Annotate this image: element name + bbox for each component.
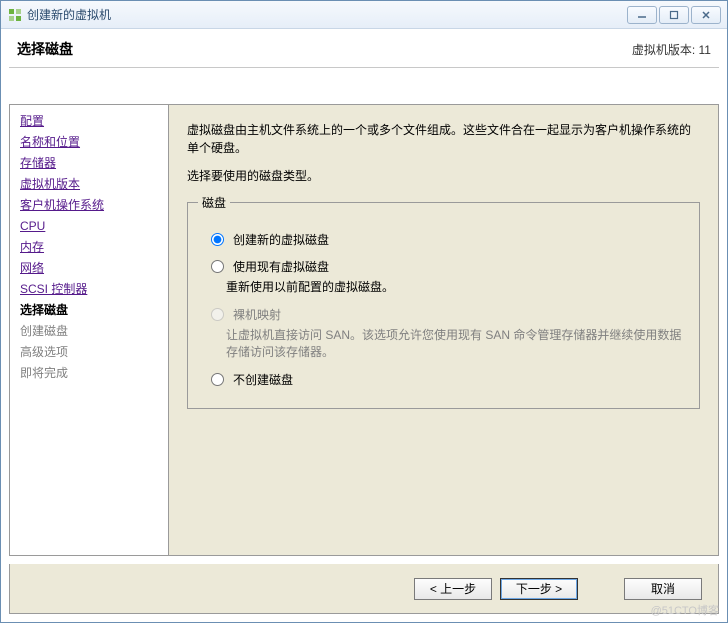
wizard-main-panel: 虚拟磁盘由主机文件系统上的一个或多个文件组成。这些文件合在一起显示为客户机操作系… xyxy=(169,104,719,556)
window-title: 创建新的虚拟机 xyxy=(27,6,111,23)
disk-options-group: 磁盘 创建新的虚拟磁盘 使用现有虚拟磁盘 重新使用以前配置的虚拟磁盘。 裸机映射… xyxy=(187,194,700,409)
page-instruction: 选择要使用的磁盘类型。 xyxy=(187,167,700,184)
next-button[interactable]: 下一步 > xyxy=(500,578,578,600)
wizard-steps-sidebar: 配置 名称和位置 存储器 虚拟机版本 客户机操作系统 CPU 内存 网络 SCS… xyxy=(9,104,169,556)
vm-version-label: 虚拟机版本: 11 xyxy=(632,41,711,58)
maximize-button[interactable] xyxy=(659,6,689,24)
radio-row-no-disk[interactable]: 不创建磁盘 xyxy=(206,371,689,388)
radio-new-disk[interactable] xyxy=(211,233,224,246)
page-description: 虚拟磁盘由主机文件系统上的一个或多个文件组成。这些文件合在一起显示为客户机操作系… xyxy=(187,121,700,157)
sidebar-item-select-disk: 选择磁盘 xyxy=(14,300,164,321)
radio-row-existing-disk[interactable]: 使用现有虚拟磁盘 xyxy=(206,258,689,275)
radio-label-new-disk: 创建新的虚拟磁盘 xyxy=(233,231,329,248)
wizard-header: 选择磁盘 虚拟机版本: 11 xyxy=(1,29,727,67)
sidebar-item-config[interactable]: 配置 xyxy=(14,111,164,132)
radio-raw-mapping xyxy=(211,308,224,321)
radio-row-new-disk[interactable]: 创建新的虚拟磁盘 xyxy=(206,231,689,248)
radio-label-no-disk: 不创建磁盘 xyxy=(233,371,293,388)
page-title: 选择磁盘 xyxy=(17,39,73,59)
sidebar-item-ready: 即将完成 xyxy=(14,363,164,384)
sidebar-item-storage[interactable]: 存储器 xyxy=(14,153,164,174)
wizard-footer: < 上一步 下一步 > 取消 xyxy=(9,564,719,614)
sidebar-item-name-location[interactable]: 名称和位置 xyxy=(14,132,164,153)
radio-existing-disk[interactable] xyxy=(211,260,224,273)
radio-desc-existing-disk: 重新使用以前配置的虚拟磁盘。 xyxy=(226,279,689,296)
radio-no-disk[interactable] xyxy=(211,373,224,386)
sidebar-item-create-disk: 创建磁盘 xyxy=(14,321,164,342)
window-controls xyxy=(627,6,721,24)
sidebar-item-network[interactable]: 网络 xyxy=(14,258,164,279)
radio-desc-raw-mapping: 让虚拟机直接访问 SAN。该选项允许您使用现有 SAN 命令管理存储器并继续使用… xyxy=(226,327,689,361)
sidebar-item-advanced: 高级选项 xyxy=(14,342,164,363)
radio-label-existing-disk: 使用现有虚拟磁盘 xyxy=(233,258,329,275)
close-button[interactable] xyxy=(691,6,721,24)
content-area: 配置 名称和位置 存储器 虚拟机版本 客户机操作系统 CPU 内存 网络 SCS… xyxy=(1,68,727,564)
sidebar-item-memory[interactable]: 内存 xyxy=(14,237,164,258)
titlebar[interactable]: 创建新的虚拟机 xyxy=(1,1,727,29)
window-frame: 创建新的虚拟机 选择磁盘 虚拟机版本: 11 配置 名称和位置 存储器 虚拟机版… xyxy=(0,0,728,623)
back-button[interactable]: < 上一步 xyxy=(414,578,492,600)
cancel-button[interactable]: 取消 xyxy=(624,578,702,600)
sidebar-item-vm-version[interactable]: 虚拟机版本 xyxy=(14,174,164,195)
radio-label-raw-mapping: 裸机映射 xyxy=(233,306,281,323)
sidebar-item-scsi[interactable]: SCSI 控制器 xyxy=(14,279,164,300)
radio-row-raw-mapping: 裸机映射 xyxy=(206,306,689,323)
sidebar-item-cpu[interactable]: CPU xyxy=(14,216,164,237)
sidebar-item-guest-os[interactable]: 客户机操作系统 xyxy=(14,195,164,216)
disk-group-legend: 磁盘 xyxy=(198,194,230,211)
minimize-button[interactable] xyxy=(627,6,657,24)
app-icon xyxy=(7,7,23,23)
